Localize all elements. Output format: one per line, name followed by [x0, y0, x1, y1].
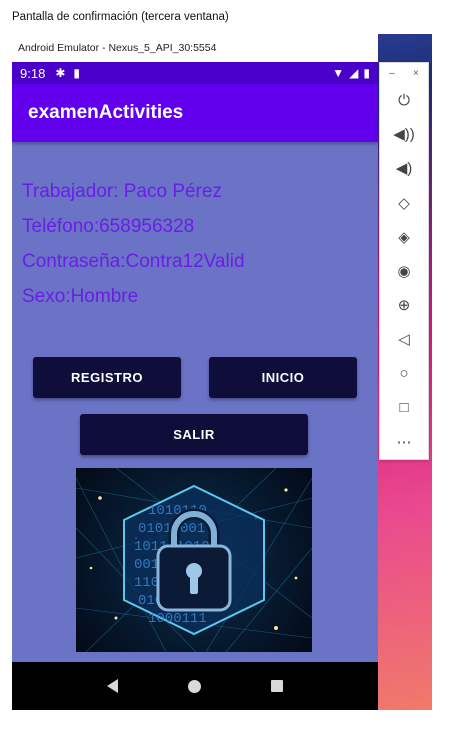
signal-icon: ◢: [349, 66, 359, 80]
phone-screen: 9:18 ✱ ▮ ▼ ◢ ▮ examenActivities Trabajad…: [12, 62, 378, 710]
worker-text: Trabajador: Paco Pérez: [22, 181, 222, 202]
app-bar: examenActivities: [12, 84, 378, 142]
overview-icon[interactable]: □: [380, 391, 428, 425]
svg-text:1000111: 1000111: [148, 611, 207, 627]
phone-text: Teléfono:658956328: [22, 216, 195, 237]
emulator-window-title: Android Emulator - Nexus_5_API_30:5554: [18, 42, 217, 54]
volume-down-icon[interactable]: ◀): [380, 151, 428, 185]
camera-icon[interactable]: ◉: [380, 254, 428, 288]
wifi-icon: ▼: [332, 66, 345, 80]
padlock-icon: 1010110 01011001 101101010 001101101 110…: [76, 468, 312, 652]
zoom-icon[interactable]: ⊕: [380, 288, 428, 322]
inicio-button[interactable]: INICIO: [209, 357, 357, 398]
more-icon[interactable]: ⋯: [380, 425, 428, 459]
nav-back-icon[interactable]: [107, 679, 118, 693]
back-icon[interactable]: ◁: [380, 322, 428, 356]
salir-button[interactable]: SALIR: [80, 414, 308, 455]
nav-home-icon[interactable]: [188, 679, 201, 693]
battery-icon: ▮: [363, 66, 370, 80]
sex-text: Sexo:Hombre: [22, 286, 139, 307]
emulator-toolbar: – × ⏻ ◀)) ◀) ◇ ◈ ◉ ⊕ ◁ ○ □ ⋯: [379, 62, 429, 460]
close-icon[interactable]: ×: [413, 68, 419, 79]
status-bar: 9:18 ✱ ▮ ▼ ◢ ▮: [12, 62, 378, 84]
nav-recent-icon[interactable]: [271, 680, 283, 692]
rotate-right-icon[interactable]: ◈: [380, 220, 428, 254]
power-icon[interactable]: ⏻: [380, 83, 428, 117]
sd-card-icon: ▮: [73, 66, 80, 80]
password-text: Contraseña:Contra12Valid: [22, 251, 245, 272]
registro-button[interactable]: REGISTRO: [33, 357, 181, 398]
home-icon[interactable]: ○: [380, 357, 428, 391]
page-caption: Pantalla de confirmación (tercera ventan…: [12, 11, 229, 23]
system-nav-bar: [12, 662, 378, 710]
app-title: examenActivities: [28, 102, 184, 123]
status-time: 9:18: [20, 65, 46, 81]
volume-up-icon[interactable]: ◀)): [380, 117, 428, 151]
minimize-icon[interactable]: –: [389, 68, 395, 79]
settings-icon: ✱: [55, 66, 66, 80]
confirmation-info: Trabajador: Paco Pérez Teléfono:65895632…: [12, 142, 378, 314]
rotate-left-icon[interactable]: ◇: [380, 186, 428, 220]
